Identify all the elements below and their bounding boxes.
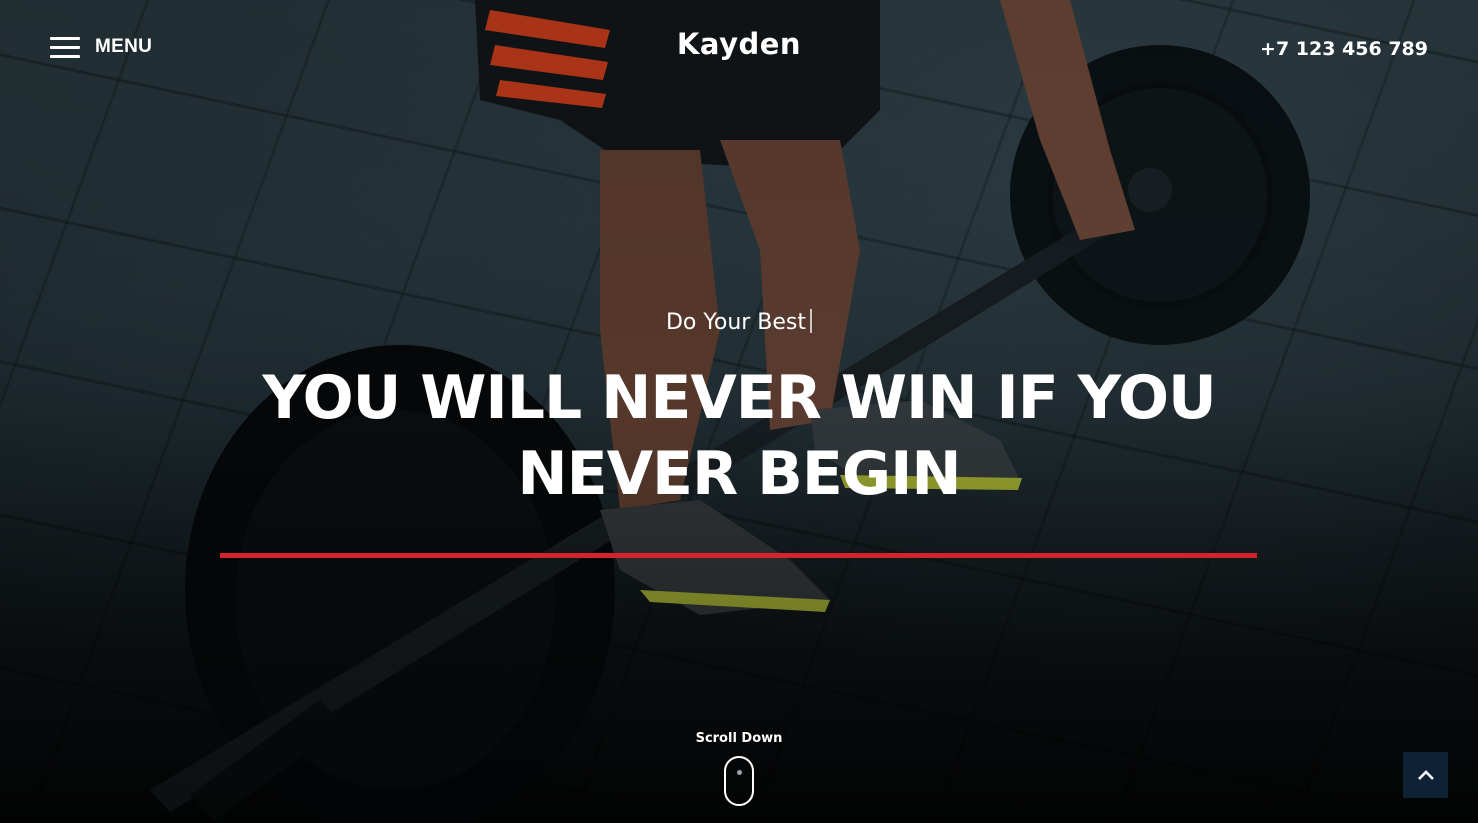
site-logo[interactable]: Kayden	[0, 27, 1478, 61]
mouse-icon[interactable]	[724, 756, 754, 806]
phone-number[interactable]: +7 123 456 789	[1260, 38, 1428, 60]
accent-divider	[220, 553, 1257, 558]
chevron-up-icon	[1417, 770, 1434, 780]
scroll-down-label: Scroll Down	[695, 731, 783, 746]
mouse-wheel	[737, 770, 742, 775]
hero-headline: YOU WILL NEVER WIN IF YOU NEVER BEGIN	[262, 363, 1216, 509]
hero-tagline: Do Your Best	[0, 309, 1478, 335]
typing-cursor	[810, 309, 813, 333]
back-to-top-button[interactable]	[1403, 752, 1448, 798]
tagline-text: Do Your Best	[665, 310, 807, 335]
